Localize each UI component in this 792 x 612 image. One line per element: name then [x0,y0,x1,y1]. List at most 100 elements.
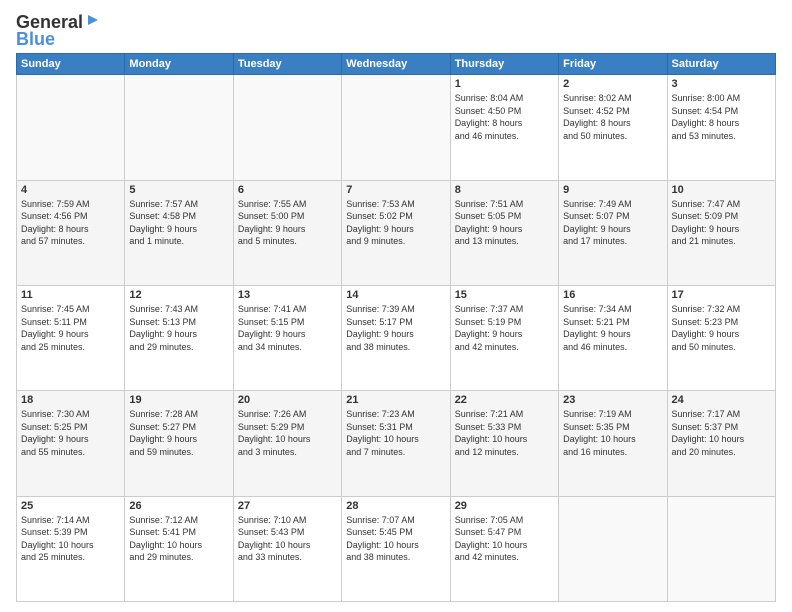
col-header-tuesday: Tuesday [233,54,341,75]
day-number: 8 [455,184,554,196]
calendar-cell: 24 Sunrise: 7:17 AM Sunset: 5:37 PM Dayli… [667,391,775,496]
calendar-cell: 18 Sunrise: 7:30 AM Sunset: 5:25 PM Dayli… [17,391,125,496]
calendar-cell [125,75,233,180]
day-info: Sunrise: 7:23 AM Sunset: 5:31 PM Dayligh… [346,408,445,458]
calendar-cell [233,75,341,180]
day-info: Sunrise: 8:00 AM Sunset: 4:54 PM Dayligh… [672,92,771,142]
day-number: 29 [455,500,554,512]
calendar-cell: 6 Sunrise: 7:55 AM Sunset: 5:00 PM Daylig… [233,180,341,285]
day-info: Sunrise: 7:30 AM Sunset: 5:25 PM Dayligh… [21,408,120,458]
calendar-cell: 13 Sunrise: 7:41 AM Sunset: 5:15 PM Dayli… [233,285,341,390]
calendar-cell: 5 Sunrise: 7:57 AM Sunset: 4:58 PM Daylig… [125,180,233,285]
day-number: 20 [238,394,337,406]
calendar-cell: 14 Sunrise: 7:39 AM Sunset: 5:17 PM Dayli… [342,285,450,390]
day-info: Sunrise: 7:34 AM Sunset: 5:21 PM Dayligh… [563,303,662,353]
col-header-sunday: Sunday [17,54,125,75]
col-header-friday: Friday [559,54,667,75]
day-number: 6 [238,184,337,196]
day-info: Sunrise: 7:59 AM Sunset: 4:56 PM Dayligh… [21,198,120,248]
calendar-cell: 23 Sunrise: 7:19 AM Sunset: 5:35 PM Dayli… [559,391,667,496]
calendar-cell: 27 Sunrise: 7:10 AM Sunset: 5:43 PM Dayli… [233,496,341,601]
day-number: 18 [21,394,120,406]
col-header-monday: Monday [125,54,233,75]
day-number: 10 [672,184,771,196]
day-number: 13 [238,289,337,301]
calendar-cell: 26 Sunrise: 7:12 AM Sunset: 5:41 PM Dayli… [125,496,233,601]
calendar-cell: 2 Sunrise: 8:02 AM Sunset: 4:52 PM Daylig… [559,75,667,180]
calendar-cell: 12 Sunrise: 7:43 AM Sunset: 5:13 PM Dayli… [125,285,233,390]
logo-blue: Blue [16,31,55,47]
day-info: Sunrise: 7:14 AM Sunset: 5:39 PM Dayligh… [21,514,120,564]
day-info: Sunrise: 7:17 AM Sunset: 5:37 PM Dayligh… [672,408,771,458]
calendar-cell: 16 Sunrise: 7:34 AM Sunset: 5:21 PM Dayli… [559,285,667,390]
day-number: 17 [672,289,771,301]
day-info: Sunrise: 7:41 AM Sunset: 5:15 PM Dayligh… [238,303,337,353]
day-info: Sunrise: 7:37 AM Sunset: 5:19 PM Dayligh… [455,303,554,353]
day-number: 16 [563,289,662,301]
day-info: Sunrise: 7:21 AM Sunset: 5:33 PM Dayligh… [455,408,554,458]
day-info: Sunrise: 7:57 AM Sunset: 4:58 PM Dayligh… [129,198,228,248]
day-number: 24 [672,394,771,406]
day-info: Sunrise: 7:12 AM Sunset: 5:41 PM Dayligh… [129,514,228,564]
calendar-cell: 11 Sunrise: 7:45 AM Sunset: 5:11 PM Dayli… [17,285,125,390]
day-info: Sunrise: 7:10 AM Sunset: 5:43 PM Dayligh… [238,514,337,564]
logo-arrow-icon [84,11,102,29]
day-number: 4 [21,184,120,196]
calendar-cell [342,75,450,180]
calendar-cell: 28 Sunrise: 7:07 AM Sunset: 5:45 PM Dayli… [342,496,450,601]
col-header-wednesday: Wednesday [342,54,450,75]
calendar-cell: 19Sunrise: 7:28 AM Sunset: 5:27 PM Dayli… [125,391,233,496]
calendar-cell: 9 Sunrise: 7:49 AM Sunset: 5:07 PM Daylig… [559,180,667,285]
calendar-cell: 22 Sunrise: 7:21 AM Sunset: 5:33 PM Dayli… [450,391,558,496]
day-number: 26 [129,500,228,512]
col-header-saturday: Saturday [667,54,775,75]
day-number: 3 [672,78,771,90]
calendar-cell: 15 Sunrise: 7:37 AM Sunset: 5:19 PM Dayli… [450,285,558,390]
day-number: 22 [455,394,554,406]
day-number: 9 [563,184,662,196]
day-info: Sunrise: 7:49 AM Sunset: 5:07 PM Dayligh… [563,198,662,248]
day-number: 28 [346,500,445,512]
day-info: Sunrise: 7:05 AM Sunset: 5:47 PM Dayligh… [455,514,554,564]
calendar-cell: 1 Sunrise: 8:04 AM Sunset: 4:50 PM Daylig… [450,75,558,180]
day-number: 23 [563,394,662,406]
day-number: 11 [21,289,120,301]
calendar-cell: 17 Sunrise: 7:32 AM Sunset: 5:23 PM Dayli… [667,285,775,390]
day-number: 7 [346,184,445,196]
day-number: 5 [129,184,228,196]
calendar-cell: 8 Sunrise: 7:51 AM Sunset: 5:05 PM Daylig… [450,180,558,285]
day-info: Sunrise: 7:07 AM Sunset: 5:45 PM Dayligh… [346,514,445,564]
day-info: Sunrise: 7:55 AM Sunset: 5:00 PM Dayligh… [238,198,337,248]
calendar-cell: 10 Sunrise: 7:47 AM Sunset: 5:09 PM Dayli… [667,180,775,285]
calendar-cell: 7Sunrise: 7:53 AM Sunset: 5:02 PM Daylig… [342,180,450,285]
day-info: Sunrise: 8:02 AM Sunset: 4:52 PM Dayligh… [563,92,662,142]
day-info: Sunrise: 7:43 AM Sunset: 5:13 PM Dayligh… [129,303,228,353]
calendar-cell [667,496,775,601]
day-info: Sunrise: 7:19 AM Sunset: 5:35 PM Dayligh… [563,408,662,458]
day-number: 15 [455,289,554,301]
day-number: 12 [129,289,228,301]
logo: General Blue [16,12,102,47]
day-info: Sunrise: 7:45 AM Sunset: 5:11 PM Dayligh… [21,303,120,353]
calendar-cell [17,75,125,180]
day-number: 1 [455,78,554,90]
day-number: 14 [346,289,445,301]
col-header-thursday: Thursday [450,54,558,75]
calendar-cell [559,496,667,601]
day-info: Sunrise: 7:39 AM Sunset: 5:17 PM Dayligh… [346,303,445,353]
calendar-table: SundayMondayTuesdayWednesdayThursdayFrid… [16,53,776,602]
day-info: Sunrise: 7:28 AM Sunset: 5:27 PM Dayligh… [129,408,228,458]
day-number: 2 [563,78,662,90]
calendar-cell: 21 Sunrise: 7:23 AM Sunset: 5:31 PM Dayli… [342,391,450,496]
day-number: 21 [346,394,445,406]
day-info: Sunrise: 8:04 AM Sunset: 4:50 PM Dayligh… [455,92,554,142]
day-number: 25 [21,500,120,512]
calendar-cell: 20 Sunrise: 7:26 AM Sunset: 5:29 PM Dayli… [233,391,341,496]
day-info: Sunrise: 7:51 AM Sunset: 5:05 PM Dayligh… [455,198,554,248]
calendar-cell: 3 Sunrise: 8:00 AM Sunset: 4:54 PM Daylig… [667,75,775,180]
day-info: Sunrise: 7:32 AM Sunset: 5:23 PM Dayligh… [672,303,771,353]
day-number: 27 [238,500,337,512]
day-info: Sunrise: 7:47 AM Sunset: 5:09 PM Dayligh… [672,198,771,248]
day-info: Sunrise: 7:26 AM Sunset: 5:29 PM Dayligh… [238,408,337,458]
calendar-cell: 4 Sunrise: 7:59 AM Sunset: 4:56 PM Daylig… [17,180,125,285]
